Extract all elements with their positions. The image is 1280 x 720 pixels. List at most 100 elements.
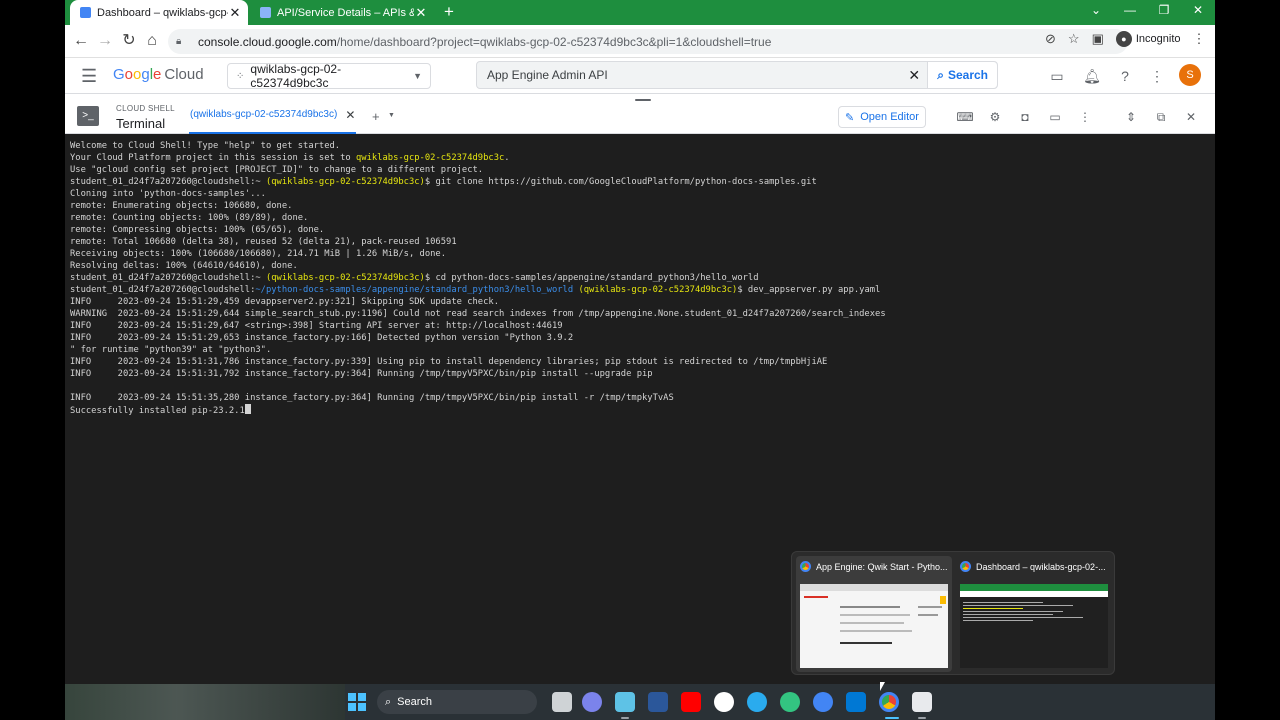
notepad-icon[interactable] xyxy=(615,692,635,712)
url-field[interactable]: 🔒︎ console.cloud.google.com/home/dashboa… xyxy=(168,29,1128,54)
close-tab-icon[interactable]: ✕ xyxy=(228,5,242,21)
split-view-icon[interactable]: ▭ xyxy=(1046,108,1064,126)
cloud-shell-icon[interactable]: ▭ xyxy=(1047,66,1067,86)
browser-actions: ⊘ ☆ ▣ ● Incognito ⋮ xyxy=(1045,31,1206,47)
more-options-icon[interactable]: ⋮ xyxy=(1076,108,1094,126)
reload-icon[interactable]: ↻ xyxy=(119,31,139,51)
terminal-text: remote: Compressing objects: 100% (65/65… xyxy=(70,225,325,235)
chrome-icon xyxy=(960,561,971,572)
terminal-icon: >_ xyxy=(77,106,99,126)
terminal-text: $ git clone https://github.com/GoogleClo… xyxy=(424,177,817,187)
terminal-text: " for runtime "python39" at "python3". xyxy=(70,345,272,355)
open-editor-label: Open Editor xyxy=(860,111,919,123)
terminal-line: student_01_d24f7a207260@cloudshell:~ (qw… xyxy=(70,272,1215,284)
taskbar-preview-popup: App Engine: Qwik Start - Pytho... Dashbo… xyxy=(791,551,1115,675)
terminal-text: Your Cloud Platform project in this sess… xyxy=(70,153,356,163)
terminal-text: Welcome to Cloud Shell! Type "help" to g… xyxy=(70,141,341,151)
add-session-icon[interactable]: + xyxy=(372,109,380,124)
youtube-icon[interactable] xyxy=(681,692,701,712)
browser-menu-icon[interactable]: ⋮ xyxy=(1193,31,1206,47)
mouse-cursor xyxy=(880,682,885,691)
terminal-line: student_01_d24f7a207260@cloudshell:~ (qw… xyxy=(70,176,1215,188)
side-panel-icon[interactable]: ▣ xyxy=(1092,31,1104,47)
taskbar-search[interactable]: ⌕ Search xyxy=(377,690,537,714)
word-icon[interactable] xyxy=(648,692,668,712)
hamburger-menu-icon[interactable]: ☰ xyxy=(81,66,97,87)
terminal-line: Successfully installed pip-23.2.1 xyxy=(70,404,1215,416)
minimize-icon[interactable]: — xyxy=(1119,3,1141,17)
search-button[interactable]: ⌕ Search xyxy=(927,62,997,88)
edge-icon[interactable] xyxy=(780,692,800,712)
terminal-text: INFO 2023-09-24 15:51:31,786 instance_fa… xyxy=(70,357,828,367)
terminal-text: student_01_d24f7a207260@cloudshell: xyxy=(70,285,256,295)
open-editor-button[interactable]: ✎ Open Editor xyxy=(838,106,926,128)
chrome-icon xyxy=(800,561,811,572)
tab-strip: Dashboard – qwiklabs-gcp-02-c ✕ API/Serv… xyxy=(65,0,1215,25)
shell-caption: CLOUD SHELL xyxy=(116,104,175,113)
back-icon[interactable]: ← xyxy=(71,31,91,51)
lock-icon: 🔒︎ xyxy=(176,36,182,47)
help-icon[interactable]: ? xyxy=(1115,66,1135,86)
android-studio-icon[interactable] xyxy=(813,692,833,712)
task-view-icon[interactable] xyxy=(552,692,572,712)
new-tab-button[interactable]: + xyxy=(439,2,459,22)
tab-dashboard[interactable]: Dashboard – qwiklabs-gcp-02-c ✕ xyxy=(70,0,248,25)
close-window-icon[interactable]: ✕ xyxy=(1187,3,1209,17)
web-preview-icon[interactable]: ◘ xyxy=(1016,108,1034,126)
gcp-header: ☰ Google Cloud ⁘ qwiklabs-gcp-02-c52374d9… xyxy=(65,58,1215,94)
maximize-panel-icon[interactable]: ⇕ xyxy=(1122,108,1140,126)
terminal-text: INFO 2023-09-24 15:51:29,647 <string>:39… xyxy=(70,321,563,331)
terminal-text: remote: Total 106680 (delta 38), reused … xyxy=(70,237,457,247)
search-button-label: Search xyxy=(947,68,988,82)
google-cloud-logo[interactable]: Google Cloud xyxy=(113,66,204,83)
tab-api-service-details[interactable]: API/Service Details – APIs & Ser ✕ xyxy=(252,0,434,25)
terminal-text: remote: Enumerating objects: 106680, don… xyxy=(70,201,293,211)
widgets-weather-area[interactable] xyxy=(65,684,345,720)
terminal-text: Successfully installed pip-23.2.1 xyxy=(70,406,245,416)
settings-gear-icon[interactable]: ⚙ xyxy=(986,108,1004,126)
clear-search-icon[interactable]: ✕ xyxy=(901,67,927,84)
terminal-line: remote: Total 106680 (delta 38), reused … xyxy=(70,236,1215,248)
terminal-line: INFO 2023-09-24 15:51:31,792 instance_fa… xyxy=(70,368,1215,380)
incognito-badge[interactable]: ● Incognito xyxy=(1115,31,1181,47)
more-options-icon[interactable]: ⋮ xyxy=(1147,66,1167,86)
github-icon[interactable] xyxy=(714,692,734,712)
preview-app-engine-qwik-start[interactable]: App Engine: Qwik Start - Pytho... xyxy=(796,556,952,672)
terminal-text: (qwiklabs-gcp-02-c52374d9bc3c) xyxy=(265,177,425,187)
snipping-tool-icon[interactable] xyxy=(912,692,932,712)
avatar[interactable]: S xyxy=(1179,64,1201,86)
tab-search-icon[interactable]: ⌄ xyxy=(1085,3,1107,17)
teams-chat-icon[interactable] xyxy=(582,692,602,712)
terminal-session-tab[interactable]: (qwiklabs-gcp-02-c52374d9bc3c) ✕ xyxy=(189,109,357,134)
project-picker[interactable]: ⁘ qwiklabs-gcp-02-c52374d9bc3c ▼ xyxy=(227,62,431,90)
cloud-shell-toolbar: >_ CLOUD SHELL Terminal (qwiklabs-gcp-02… xyxy=(65,101,1215,134)
telegram-icon[interactable] xyxy=(747,692,767,712)
chevron-down-icon[interactable]: ▼ xyxy=(388,112,395,119)
search-bar: ✕ ⌕ Search xyxy=(476,61,998,89)
keyboard-icon[interactable]: ⌨ xyxy=(956,108,974,126)
terminal-text: $ cd python-docs-samples/appengine/stand… xyxy=(424,273,759,283)
chrome-taskbar-icon[interactable] xyxy=(879,692,899,712)
api-favicon-icon xyxy=(260,7,271,18)
search-input[interactable] xyxy=(477,68,902,82)
gcp-favicon-icon xyxy=(80,7,91,18)
home-icon[interactable]: ⌂ xyxy=(142,31,162,51)
close-tab-icon[interactable]: ✕ xyxy=(414,5,428,21)
open-new-window-icon[interactable]: ⧉ xyxy=(1152,108,1170,126)
close-session-icon[interactable]: ✕ xyxy=(345,109,355,121)
preview-dashboard[interactable]: Dashboard – qwiklabs-gcp-02-... xyxy=(956,556,1112,672)
close-shell-icon[interactable]: ✕ xyxy=(1182,108,1200,126)
terminal-text: . xyxy=(504,153,510,163)
bookmark-star-icon[interactable]: ☆ xyxy=(1068,31,1080,47)
chevron-down-icon: ▼ xyxy=(413,71,422,81)
terminal-line: " for runtime "python39" at "python3". xyxy=(70,344,1215,356)
eye-off-icon[interactable]: ⊘ xyxy=(1045,31,1056,47)
terminal-text: WARNING 2023-09-24 15:51:29,644 simple_s… xyxy=(70,309,886,319)
forward-icon[interactable]: → xyxy=(95,31,115,51)
vscode-icon[interactable] xyxy=(846,692,866,712)
terminal-text: INFO 2023-09-24 15:51:31,792 instance_fa… xyxy=(70,369,653,379)
notifications-bell-icon[interactable]: 🔔︎ xyxy=(1082,66,1102,86)
windows-start-icon[interactable] xyxy=(348,693,366,711)
restore-icon[interactable]: ❐ xyxy=(1153,3,1175,17)
preview-thumbnail xyxy=(800,584,948,668)
